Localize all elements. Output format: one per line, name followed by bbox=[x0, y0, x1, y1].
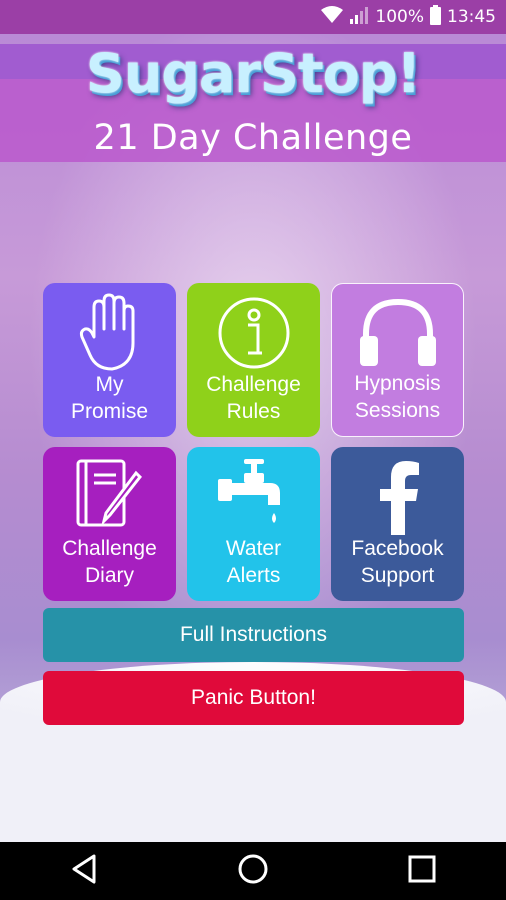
tile-label: Challenge Diary bbox=[62, 537, 157, 587]
recents-icon bbox=[407, 854, 437, 888]
recents-button[interactable] bbox=[392, 851, 452, 891]
headphones-icon bbox=[332, 294, 463, 370]
info-icon bbox=[187, 293, 320, 373]
tile-my-promise[interactable]: My Promise bbox=[43, 283, 176, 437]
tile-challenge-diary[interactable]: Challenge Diary bbox=[43, 447, 176, 601]
app-screen: SugarStop! 21 Day Challenge My Promise C… bbox=[0, 34, 506, 842]
tile-label: My Promise bbox=[70, 373, 149, 423]
battery-percent: 100% bbox=[375, 7, 424, 27]
tile-water-alerts[interactable]: Water Alerts bbox=[187, 447, 320, 601]
signal-icon bbox=[349, 6, 369, 29]
diary-pencil-icon bbox=[43, 457, 176, 533]
back-icon bbox=[70, 854, 98, 888]
clock: 13:45 bbox=[447, 7, 496, 27]
menu-grid: My Promise Challenge Rules Hypnosis Sess… bbox=[43, 283, 464, 601]
navigation-bar bbox=[0, 842, 506, 900]
battery-icon bbox=[430, 4, 441, 30]
app-logo: SugarStop! bbox=[85, 42, 421, 105]
tile-label: Water Alerts bbox=[225, 537, 282, 587]
wifi-icon bbox=[321, 5, 344, 29]
home-icon bbox=[237, 853, 269, 889]
home-button[interactable] bbox=[223, 851, 283, 891]
tile-label: Facebook Support bbox=[351, 537, 444, 587]
tile-challenge-rules[interactable]: Challenge Rules bbox=[187, 283, 320, 437]
water-tap-icon bbox=[187, 457, 320, 537]
panic-button[interactable]: Panic Button! bbox=[43, 671, 464, 725]
status-bar: 100% 13:45 bbox=[0, 0, 506, 34]
full-instructions-button[interactable]: Full Instructions bbox=[43, 608, 464, 662]
facebook-icon bbox=[331, 457, 464, 537]
header-banner: SugarStop! 21 Day Challenge bbox=[0, 44, 506, 162]
page-subtitle: 21 Day Challenge bbox=[93, 118, 413, 158]
tile-label: Hypnosis Sessions bbox=[354, 372, 441, 422]
tile-facebook-support[interactable]: Facebook Support bbox=[331, 447, 464, 601]
tile-label: Challenge Rules bbox=[206, 373, 301, 423]
back-button[interactable] bbox=[54, 851, 114, 891]
raised-hand-icon bbox=[43, 293, 176, 373]
tile-hypnosis-sessions[interactable]: Hypnosis Sessions bbox=[331, 283, 464, 437]
